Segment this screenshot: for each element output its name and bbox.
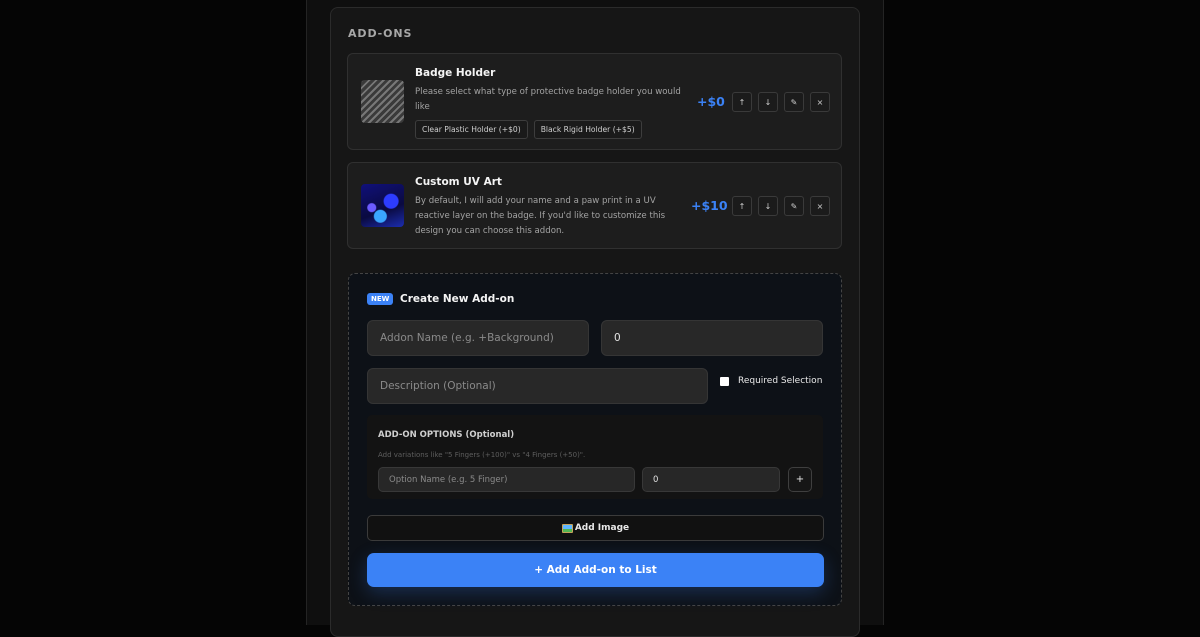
picture-icon — [561, 523, 573, 533]
close-icon: × — [816, 97, 824, 107]
section-title: ADD-ONS — [348, 27, 413, 40]
add-addon-label: + Add Add-on to List — [534, 564, 657, 576]
options-hint: Add variations like "5 Fingers (+100)" v… — [378, 451, 586, 459]
create-addon-title: Create New Add-on — [400, 293, 515, 305]
addon-price: +$0 — [697, 94, 725, 109]
edit-button[interactable]: ✎ — [784, 196, 804, 216]
addon-options: Clear Plastic Holder (+$0) Black Rigid H… — [415, 120, 642, 139]
addon-item-badge-holder: Badge Holder Please select what type of … — [347, 53, 842, 150]
addon-option-chip: Clear Plastic Holder (+$0) — [415, 120, 528, 139]
remove-button[interactable]: × — [810, 196, 830, 216]
required-selection-checkbox[interactable] — [720, 377, 729, 386]
addon-option-chip: Black Rigid Holder (+$5) — [533, 120, 642, 139]
arrow-down-icon: ↓ — [764, 201, 772, 211]
addon-name: Badge Holder — [415, 67, 496, 79]
add-image-label: Add Image — [574, 523, 630, 533]
required-selection-label: Required Selection — [738, 376, 823, 386]
arrow-up-icon: ↑ — [738, 97, 746, 107]
option-price-input[interactable]: 0 — [642, 467, 780, 492]
description-placeholder: Description (Optional) — [380, 380, 496, 392]
option-name-placeholder: Option Name (e.g. 5 Finger) — [389, 474, 508, 485]
addon-controls: ↑ ↓ ✎ × — [732, 196, 830, 216]
remove-button[interactable]: × — [810, 92, 830, 112]
options-title: ADD-ON OPTIONS (Optional) — [378, 430, 515, 440]
close-icon: × — [816, 201, 824, 211]
arrow-up-icon: ↑ — [738, 201, 746, 211]
move-up-button[interactable]: ↑ — [732, 196, 752, 216]
new-badge: NEW — [367, 293, 394, 305]
addon-name: Custom UV Art — [415, 176, 502, 188]
addon-price-input[interactable]: 0 — [601, 320, 823, 356]
add-addon-to-list-button[interactable]: + Add Add-on to List — [367, 553, 824, 587]
addon-price: +$10 — [691, 198, 728, 213]
edit-button[interactable]: ✎ — [784, 92, 804, 112]
addon-name-input[interactable]: Addon Name (e.g. +Background) — [367, 320, 589, 356]
addon-name-placeholder: Addon Name (e.g. +Background) — [380, 332, 554, 344]
arrow-down-icon: ↓ — [764, 97, 772, 107]
pencil-icon: ✎ — [790, 201, 798, 211]
add-image-button[interactable]: Add Image — [367, 515, 824, 541]
move-up-button[interactable]: ↑ — [732, 92, 752, 112]
pencil-icon: ✎ — [790, 97, 798, 107]
plus-icon: + — [795, 474, 805, 485]
uv-art-thumbnail — [361, 184, 404, 227]
addon-price-value: 0 — [614, 332, 621, 344]
addon-description: Please select what type of protective ba… — [415, 87, 681, 112]
option-price-value: 0 — [653, 474, 659, 485]
description-input[interactable]: Description (Optional) — [367, 368, 708, 404]
addon-item-custom-uv-art: Custom UV Art By default, I will add you… — [347, 162, 842, 249]
addon-controls: ↑ ↓ ✎ × — [732, 92, 830, 112]
move-down-button[interactable]: ↓ — [758, 196, 778, 216]
badge-holder-thumbnail — [361, 80, 404, 123]
add-option-button[interactable]: + — [788, 467, 812, 492]
option-name-input[interactable]: Option Name (e.g. 5 Finger) — [378, 467, 635, 492]
move-down-button[interactable]: ↓ — [758, 92, 778, 112]
addon-description: By default, I will add your name and a p… — [415, 196, 666, 236]
